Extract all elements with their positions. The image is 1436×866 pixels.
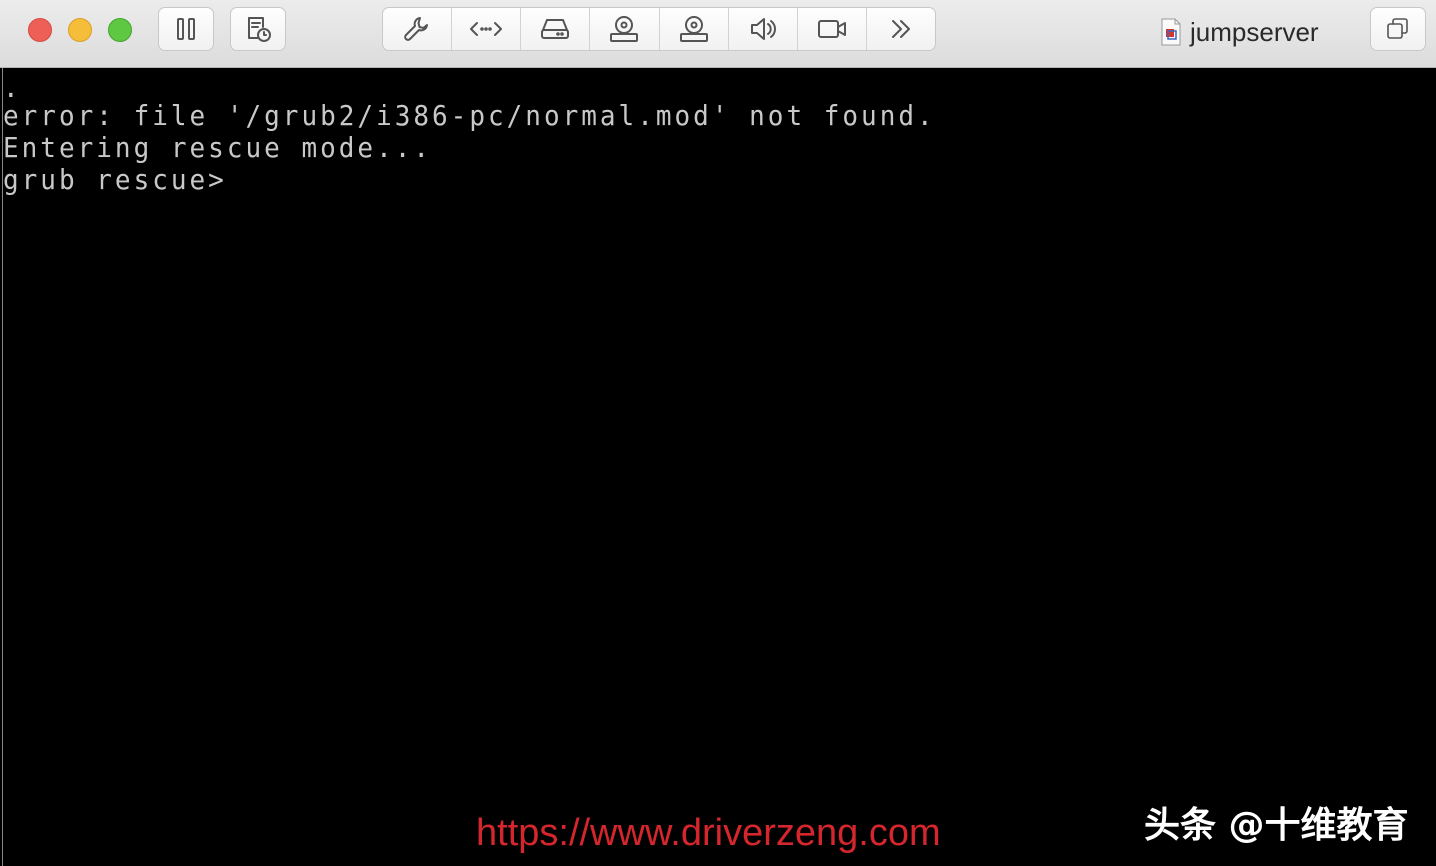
sound-button[interactable] (729, 8, 798, 50)
window-copy-button[interactable] (1370, 7, 1426, 51)
snapshot-icon (248, 17, 271, 42)
maximize-window-button[interactable] (108, 18, 132, 42)
more-options-button[interactable] (867, 8, 935, 50)
cd-drive-icon (679, 16, 708, 42)
window-title: jumpserver (1190, 16, 1319, 47)
console-line: Entering rescue mode... (3, 133, 433, 165)
cd-drive-button-2[interactable] (660, 8, 729, 50)
vm-document-icon (1161, 18, 1181, 46)
console-prompt: grub rescue> (3, 165, 227, 197)
window-copy-icon (1387, 18, 1408, 39)
camera-icon (817, 20, 846, 38)
pause-button[interactable] (158, 7, 214, 51)
minimize-window-button[interactable] (68, 18, 92, 42)
settings-button[interactable] (383, 8, 453, 50)
network-button[interactable] (452, 8, 522, 50)
speaker-icon (750, 18, 776, 40)
console-line: error: file '/grub2/i386-pc/normal.mod' … (3, 101, 936, 133)
window-toolbar: jumpserver (0, 0, 1436, 68)
wrench-icon (404, 17, 429, 41)
code-arrows-icon (470, 22, 503, 36)
cd-drive-button-1[interactable] (590, 8, 660, 50)
camera-button[interactable] (798, 8, 867, 50)
pause-icon (177, 18, 195, 40)
watermark-url: https://www.driverzeng.com (476, 812, 941, 854)
snapshot-button[interactable] (230, 7, 286, 51)
cd-drive-icon (610, 16, 639, 42)
watermark-brand: 头条 @十维教育 (1144, 805, 1409, 846)
vm-window: jumpserver . error: file '/grub2/i386-pc… (0, 0, 1436, 866)
hard-disk-icon (541, 19, 570, 39)
vm-console-screen[interactable]: . error: file '/grub2/i386-pc/normal.mod… (2, 68, 1436, 866)
hard-disk-button[interactable] (521, 8, 591, 50)
window-title-area: jumpserver (1160, 12, 1319, 52)
device-toolbar-group (382, 7, 936, 51)
close-window-button[interactable] (28, 18, 52, 42)
chevron-double-right-icon (891, 20, 910, 38)
